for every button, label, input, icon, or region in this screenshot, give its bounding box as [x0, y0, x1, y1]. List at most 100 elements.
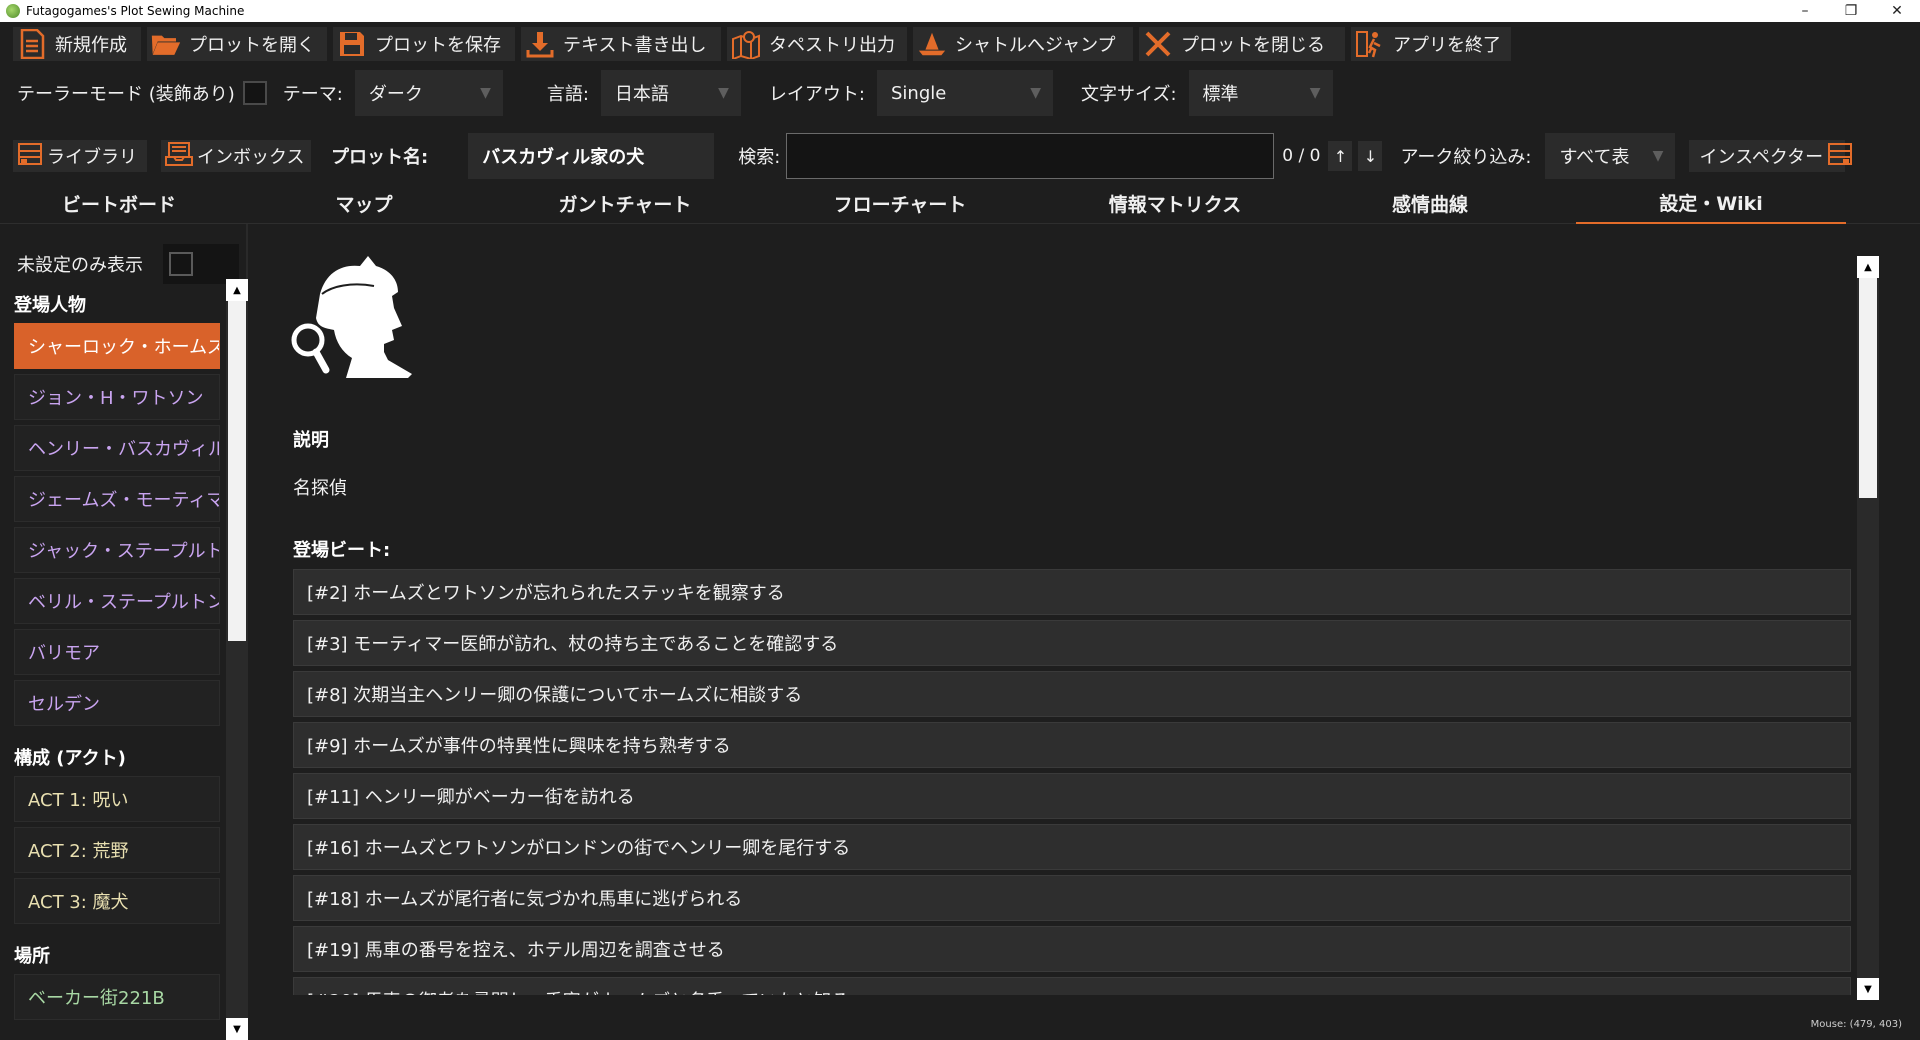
exit-app-button[interactable]: アプリを終了: [1351, 27, 1511, 61]
restore-button[interactable]: ❐: [1828, 0, 1874, 22]
beat-list-item[interactable]: [#8] 次期当主ヘンリー卿の保護についてホームズに相談する: [293, 671, 1851, 717]
unset-only-label: 未設定のみ表示: [17, 255, 143, 276]
tab-map[interactable]: マップ: [238, 182, 490, 224]
font-size-select[interactable]: 標準 ▼: [1188, 70, 1333, 116]
tab-settings-wiki[interactable]: 設定・Wiki: [1576, 182, 1846, 224]
scrollbar-thumb[interactable]: [1859, 278, 1877, 498]
jump-to-shuttle-button[interactable]: シャトルへジャンプ: [913, 27, 1133, 61]
beat-list-item[interactable]: [#18] ホームズが尾行者に気づかれ馬車に逃げられる: [293, 875, 1851, 921]
inbox-button[interactable]: インボックス: [161, 140, 311, 172]
detective-silhouette-icon: [286, 254, 426, 386]
beat-list-item[interactable]: [#20] 馬車の御者を尋問し、乗客がホームズと名乗っていたと知る: [293, 977, 1851, 995]
sidebar-item-character[interactable]: ベリル・ステープルトン: [14, 578, 220, 624]
sidebar-scrollbar[interactable]: ▲ ▼: [226, 279, 248, 1040]
language-select[interactable]: 日本語 ▼: [600, 70, 741, 116]
close-plot-label: プロットを閉じる: [1181, 35, 1325, 56]
tab-beat-board[interactable]: ビートボード: [0, 182, 238, 224]
jump-to-shuttle-label: シャトルへジャンプ: [955, 35, 1116, 56]
plot-name-field[interactable]: バスカヴィル家の犬: [468, 133, 715, 179]
new-plot-button[interactable]: 新規作成: [13, 27, 141, 61]
app-logo-icon: [6, 4, 20, 18]
search-input[interactable]: [786, 133, 1275, 179]
font-size-label: 文字サイズ:: [1081, 84, 1177, 105]
sidebar-item-act[interactable]: ACT 3: 魔犬: [14, 878, 220, 924]
beat-list-item[interactable]: [#19] 馬車の番号を控え、ホテル周辺を調査させる: [293, 926, 1851, 972]
sidebar-item-character[interactable]: シャーロック・ホームズ: [14, 323, 220, 369]
description-text: 名探偵: [293, 478, 347, 499]
library-label: ライブラリ: [47, 147, 137, 168]
inbox-icon: [165, 141, 193, 172]
scrollbar-thumb[interactable]: [228, 301, 246, 641]
window-title: Futagogames's Plot Sewing Machine: [26, 4, 245, 18]
beat-list-item[interactable]: [#11] ヘンリー卿がベーカー街を訪れる: [293, 773, 1851, 819]
search-prev-button[interactable]: ↑: [1328, 141, 1353, 171]
exit-app-label: アプリを終了: [1393, 35, 1501, 56]
sidebar-item-act[interactable]: ACT 1: 呪い: [14, 776, 220, 822]
close-window-button[interactable]: ✕: [1874, 0, 1920, 22]
scroll-down-icon[interactable]: ▼: [226, 1018, 248, 1040]
sidebar-item-place[interactable]: ベーカー街221B: [14, 974, 220, 1020]
beats-list: [#2] ホームズとワトソンが忘れられたステッキを観察する [#3] モーティマー…: [293, 569, 1851, 995]
inbox-label: インボックス: [197, 147, 305, 168]
mouse-position-readout: Mouse: (479, 403): [1810, 1019, 1902, 1030]
font-size-value: 標準: [1202, 84, 1239, 105]
scroll-up-icon[interactable]: ▲: [226, 279, 248, 301]
sidebar-item-character[interactable]: セルデン: [14, 680, 220, 726]
unset-filter-row: 未設定のみ表示: [17, 244, 239, 284]
sidebar-item-character[interactable]: ジョン・H・ワトソン: [14, 374, 220, 420]
library-button[interactable]: ライブラリ: [13, 140, 147, 172]
tapestry-export-button[interactable]: タペストリ出力: [727, 27, 907, 61]
export-text-label: テキスト書き出し: [563, 35, 707, 56]
search-next-button[interactable]: ↓: [1358, 141, 1383, 171]
save-plot-button[interactable]: プロットを保存: [333, 27, 515, 61]
sidebar-item-character[interactable]: バリモア: [14, 629, 220, 675]
open-plot-button[interactable]: プロットを開く: [147, 27, 327, 61]
tab-emotion-curve[interactable]: 感情曲線: [1310, 182, 1550, 224]
scroll-down-icon[interactable]: ▼: [1857, 978, 1879, 1000]
tab-gantt-chart[interactable]: ガントチャート: [490, 182, 760, 224]
beat-list-item[interactable]: [#16] ホームズとワトソンがロンドンの街でヘンリー卿を尾行する: [293, 824, 1851, 870]
tailor-mode-checkbox[interactable]: [242, 81, 267, 105]
tab-info-matrix[interactable]: 情報マトリクス: [1040, 182, 1310, 224]
settings-bar: テーラーモード (装飾あり) テーマ: ダーク ▼ 言語: 日本語 ▼ レイアウ…: [0, 66, 1920, 120]
layout-select[interactable]: Single ▼: [877, 70, 1053, 116]
beat-list-item[interactable]: [#2] ホームズとワトソンが忘れられたステッキを観察する: [293, 569, 1851, 615]
language-value: 日本語: [614, 84, 669, 105]
close-plot-button[interactable]: プロットを閉じる: [1139, 27, 1345, 61]
new-document-icon: [17, 29, 47, 59]
unset-only-checkbox[interactable]: [163, 244, 239, 284]
wiki-sidebar: 未設定のみ表示 登場人物 シャーロック・ホームズ ジョン・H・ワトソン ヘンリー・バス…: [0, 224, 248, 1040]
window-title-bar: Futagogames's Plot Sewing Machine – ❐ ✕: [0, 0, 1920, 22]
language-label: 言語:: [546, 84, 589, 105]
sidebar-item-character[interactable]: ヘンリー・バスカヴィル: [14, 425, 220, 471]
beat-list-item[interactable]: [#9] ホームズが事件の特異性に興味を持ち熟考する: [293, 722, 1851, 768]
scroll-up-icon[interactable]: ▲: [1857, 256, 1879, 278]
arc-filter-value: すべて表: [1559, 147, 1630, 168]
save-icon: [337, 29, 367, 59]
new-plot-label: 新規作成: [55, 35, 127, 56]
chevron-down-icon: ▼: [1652, 148, 1664, 164]
detail-scrollbar[interactable]: ▲ ▼: [1857, 256, 1879, 1000]
section-heading: 場所: [14, 946, 50, 967]
sidebar-item-character[interactable]: ジャック・ステープルトン: [14, 527, 220, 573]
minimize-button[interactable]: –: [1782, 0, 1828, 22]
section-heading: 構成 (アクト): [14, 748, 126, 769]
inspector-panel-icon: [1827, 141, 1853, 172]
sidebar-item-act[interactable]: ACT 2: 荒野: [14, 827, 220, 873]
arc-filter-select[interactable]: すべて表 ▼: [1545, 133, 1676, 179]
inspector-button[interactable]: インスペクター: [1689, 140, 1853, 172]
arc-filter-label: アーク絞り込み:: [1400, 147, 1532, 168]
close-x-icon: [1143, 29, 1173, 59]
theme-select[interactable]: ダーク ▼: [354, 70, 503, 116]
sidebar-item-character[interactable]: ジェームズ・モーティマー: [14, 476, 220, 522]
theme-label: テーマ:: [282, 84, 343, 105]
export-text-button[interactable]: テキスト書き出し: [521, 27, 721, 61]
chevron-down-icon: ▼: [718, 85, 729, 101]
open-plot-label: プロットを開く: [189, 35, 315, 56]
save-plot-label: プロットを保存: [375, 35, 501, 56]
chevron-down-icon: ▼: [1030, 85, 1041, 101]
tab-flow-chart[interactable]: フローチャート: [760, 182, 1040, 224]
exit-running-icon: [1355, 29, 1385, 59]
beat-list-item[interactable]: [#3] モーティマー医師が訪れ、杖の持ち主であることを確認する: [293, 620, 1851, 666]
shuttle-ship-icon: [917, 29, 947, 59]
